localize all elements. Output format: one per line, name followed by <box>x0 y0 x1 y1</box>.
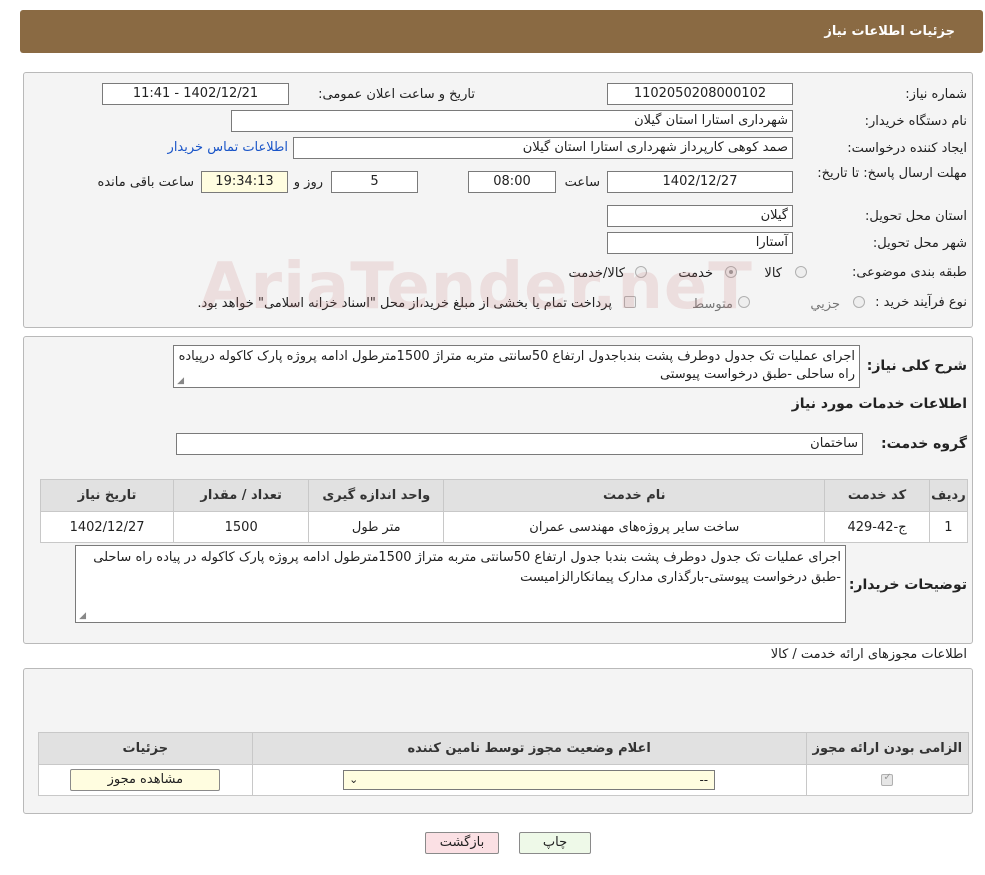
back-button[interactable]: بازگشت <box>425 832 499 854</box>
permit-status-select[interactable]: -- ⌄ <box>343 770 716 790</box>
creator-field: صمد کوهی کارپرداز شهرداری استارا استان گ… <box>293 137 793 159</box>
permit-required-checkbox: ✓ <box>881 772 894 786</box>
resize-handle-icon[interactable]: ◢ <box>78 612 86 621</box>
deadline-time-label: ساعت <box>564 175 600 190</box>
buyer-notes-label: توضیحات خریدار: <box>848 577 967 593</box>
days-remaining-field: 5 <box>331 171 418 193</box>
page-header: جزئیات اطلاعات نیاز <box>20 10 983 53</box>
service-group-field: ساختمان <box>176 433 863 455</box>
province-field: گیلان <box>607 205 793 227</box>
cell-need-date: 1402/12/27 <box>39 511 175 543</box>
remaining-time-label: ساعت باقی مانده <box>97 175 194 190</box>
city-field: آستارا <box>607 232 793 254</box>
services-table-header: ردیف کد خدمت نام خدمت واحد اندازه گیری ت… <box>39 479 969 512</box>
print-button[interactable]: چاپ <box>519 832 591 854</box>
page-title: جزئیات اطلاعات نیاز <box>824 24 955 39</box>
cell-service-name: ساخت سایر پروژه‌های مهندسی عمران <box>443 511 826 543</box>
buyer-notes-textarea: اجرای عملیات تک جدول دوطرف پشت بندبا جدو… <box>75 545 846 623</box>
process-radio-minor[interactable] <box>853 296 865 308</box>
category-radio-goods[interactable] <box>795 266 807 278</box>
category-radio-service[interactable] <box>725 266 737 278</box>
city-label: شهر محل تحویل: <box>872 236 967 251</box>
service-group-label: گروه خدمت: <box>881 436 967 452</box>
process-radio-medium[interactable] <box>738 296 750 308</box>
cell-index: 1 <box>928 511 969 543</box>
checkmark-icon: ✓ <box>883 772 892 783</box>
services-table: ردیف کد خدمت نام خدمت واحد اندازه گیری ت… <box>39 479 969 543</box>
resize-handle-icon[interactable]: ◢ <box>176 377 184 386</box>
permit-status-value: -- <box>699 773 709 787</box>
chevron-down-icon: ⌄ <box>349 773 359 786</box>
deadline-date-field: 1402/12/27 <box>607 171 793 193</box>
cell-quantity: 1500 <box>173 511 310 543</box>
announce-date-label: تاریخ و ساعت اعلان عمومی: <box>318 87 475 102</box>
col-permit-required: الزامی بودن ارائه مجوز <box>805 732 970 765</box>
days-label: روز و <box>293 175 323 190</box>
cell-unit: متر طول <box>308 511 445 543</box>
description-label: شرح کلی نیاز: <box>866 358 967 374</box>
need-number-label: شماره نیاز: <box>905 87 967 102</box>
cell-service-code: ج-42-429 <box>824 511 930 543</box>
need-number-field: 1102050208000102 <box>607 83 793 105</box>
creator-label: ایجاد کننده درخواست: <box>847 141 967 156</box>
buyer-notes-text: اجرای عملیات تک جدول دوطرف پشت بندبا جدو… <box>93 550 841 585</box>
col-index: ردیف <box>928 479 969 512</box>
announce-date-field: 1402/12/21 - 11:41 <box>102 83 289 105</box>
permits-table: الزامی بودن ارائه مجوز اعلام وضعیت مجوز … <box>38 732 970 796</box>
deadline-time-field: 08:00 <box>468 171 556 193</box>
deadline-label: مهلت ارسال پاسخ: تا تاریخ: <box>817 166 967 181</box>
col-service-code: کد خدمت <box>824 479 930 512</box>
description-textarea: اجرای عملیات تک جدول دوطرف پشت بندباجدول… <box>173 345 860 388</box>
permits-section-title: اطلاعات مجوزهای ارائه خدمت / کالا <box>770 647 967 662</box>
category-label: طبقه بندی موضوعی: <box>851 265 967 280</box>
category-radio-goods-service[interactable] <box>635 266 647 278</box>
description-text: اجرای عملیات تک جدول دوطرف پشت بندباجدول… <box>178 349 855 382</box>
services-section-title: اطلاعات خدمات مورد نیاز <box>791 396 967 412</box>
province-label: استان محل تحویل: <box>865 209 967 224</box>
buyer-org-field: شهرداری استارا استان گیلان <box>231 110 793 132</box>
table-row: 1 ج-42-429 ساخت سایر پروژه‌های مهندسی عم… <box>39 511 969 543</box>
view-permit-button[interactable]: مشاهده مجوز <box>70 769 221 791</box>
category-option-goods-service: کالا/خدمت <box>568 266 625 281</box>
treasury-payment-checkbox[interactable] <box>624 296 636 308</box>
category-option-goods: کالا <box>764 266 782 281</box>
buyer-org-label: نام دستگاه خریدار: <box>864 114 967 129</box>
category-option-service: خدمت <box>678 266 713 281</box>
col-permit-details: جزئیات <box>38 732 253 765</box>
treasury-payment-note: پرداخت تمام یا بخشی از مبلغ خرید،از محل … <box>197 296 612 311</box>
col-permit-status: اعلام وضعیت مجوز توسط نامین کننده <box>251 732 807 765</box>
remaining-time-field: 19:34:13 <box>201 171 288 193</box>
process-option-medium: متوسط <box>692 297 733 312</box>
col-unit: واحد اندازه گیری <box>308 479 445 512</box>
permits-table-header: الزامی بودن ارائه مجوز اعلام وضعیت مجوز … <box>38 732 970 765</box>
process-option-minor: جزیي <box>810 297 840 312</box>
table-row: ✓ -- ⌄ مشاهده مجوز <box>38 764 970 796</box>
col-quantity: تعداد / مقدار <box>173 479 310 512</box>
col-need-date: تاریخ نیاز <box>39 479 175 512</box>
process-type-label: نوع فرآیند خرید : <box>875 295 967 310</box>
buyer-contact-link[interactable]: اطلاعات تماس خریدار <box>168 140 288 155</box>
col-service-name: نام خدمت <box>443 479 826 512</box>
